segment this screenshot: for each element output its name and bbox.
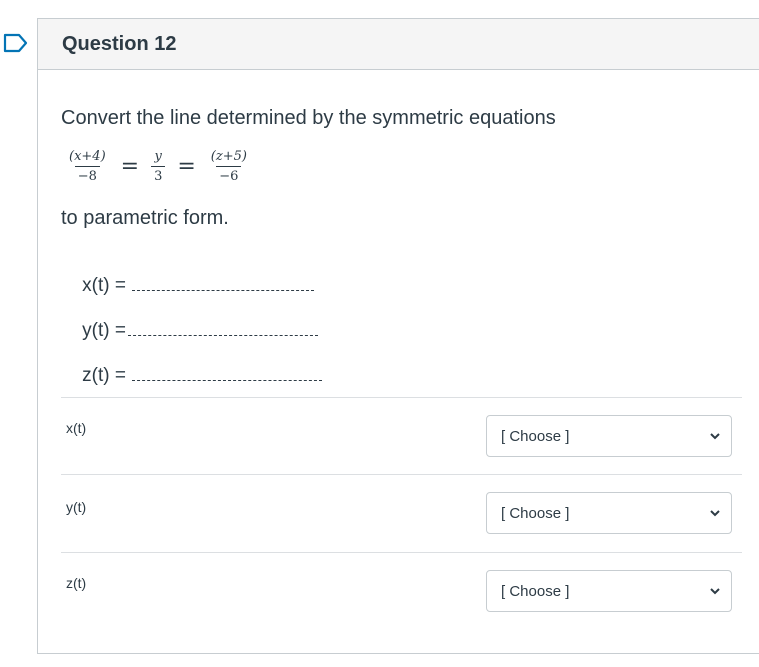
z-blank (131, 368, 322, 381)
chevron-down-icon (710, 588, 720, 595)
symmetric-equations: (x+4) −8 = y 3 = (z+5) −6 (64, 149, 252, 184)
question-header: Question 12 (38, 19, 759, 70)
divider (61, 552, 742, 553)
answer-select-x[interactable]: [ Choose ] (486, 415, 732, 457)
flag-question-icon[interactable] (3, 33, 29, 53)
equals-sign: = (177, 153, 196, 179)
fraction-x-denominator: −8 (74, 166, 100, 184)
answer-select-y-value: [ Choose ] (501, 504, 570, 522)
answer-select-z-value: [ Choose ] (501, 582, 570, 600)
answer-select-y[interactable]: [ Choose ] (486, 492, 732, 534)
equals-sign: = (120, 153, 140, 179)
answer-select-x-value: [ Choose ] (501, 427, 570, 445)
fraction-y: y 3 (151, 149, 166, 184)
fraction-y-numerator: y (154, 149, 162, 164)
fraction-x: (x+4) −8 (66, 149, 109, 184)
question-title: Question 12 (62, 32, 177, 55)
question-card: Question 12 Convert the line determined … (37, 18, 759, 654)
answer-label-x: x(t) (66, 420, 87, 436)
z-line-label: z(t) = (82, 365, 126, 386)
question-outro: to parametric form. (61, 207, 229, 229)
x-line-label: x(t) = (82, 275, 126, 296)
chevron-down-icon (710, 433, 720, 440)
chevron-down-icon (710, 510, 720, 517)
fraction-y-denominator: 3 (151, 166, 166, 184)
question-intro: Convert the line determined by the symme… (61, 107, 556, 129)
answer-label-z: z(t) (66, 575, 87, 591)
divider (61, 397, 742, 398)
y-line-label: y(t) = (82, 320, 126, 341)
fraction-z-denominator: −6 (216, 166, 242, 184)
y-blank (127, 323, 318, 336)
fraction-x-numerator: (x+4) (69, 149, 106, 164)
fraction-z: (z+5) −6 (208, 149, 250, 184)
fraction-z-numerator: (z+5) (210, 149, 247, 164)
answer-label-y: y(t) (66, 499, 87, 515)
z-line: z(t) = (61, 343, 322, 409)
divider (61, 474, 742, 475)
answer-select-z[interactable]: [ Choose ] (486, 570, 732, 612)
x-blank (131, 278, 314, 291)
